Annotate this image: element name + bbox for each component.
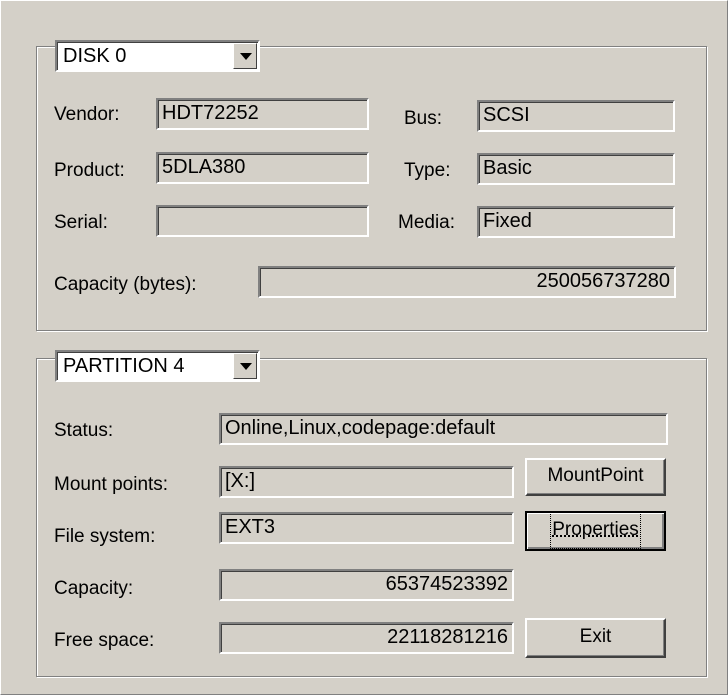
mount-points-field: [X:] [219, 466, 514, 498]
disk-capacity-field: 250056737280 [258, 266, 676, 298]
bus-field: SCSI [477, 100, 675, 132]
partition-selector[interactable]: PARTITION 4 [55, 350, 260, 382]
vendor-field: HDT72252 [156, 98, 369, 130]
partition-capacity-label: Capacity: [54, 578, 134, 599]
mountpoint-button-label: MountPoint [547, 465, 644, 486]
properties-button-label: Properties [550, 511, 641, 549]
status-field: Online,Linux,codepage:default [219, 413, 668, 445]
product-label: Product: [54, 160, 125, 181]
mountpoint-button[interactable]: MountPoint [525, 458, 666, 496]
exit-button-label: Exit [579, 626, 612, 647]
mount-points-label: Mount points: [54, 474, 169, 495]
chevron-down-icon[interactable] [233, 43, 257, 69]
vendor-label: Vendor: [54, 104, 120, 125]
free-space-field: 22118281216 [219, 622, 514, 654]
type-field: Basic [477, 153, 675, 185]
product-field: 5DLA380 [156, 152, 369, 184]
disk-selector[interactable]: DISK 0 [55, 40, 260, 72]
file-system-label: File system: [54, 526, 156, 547]
free-space-label: Free space: [54, 630, 155, 651]
partition-selector-value: PARTITION 4 [63, 355, 185, 377]
partition-capacity-field: 65374523392 [219, 569, 514, 601]
bus-label: Bus: [404, 108, 443, 129]
type-label: Type: [404, 160, 451, 181]
media-field: Fixed [477, 206, 675, 238]
status-label: Status: [54, 420, 114, 441]
file-system-field: EXT3 [219, 512, 514, 544]
media-label: Media: [398, 212, 456, 233]
disk-capacity-label: Capacity (bytes): [54, 274, 197, 295]
disk-selector-value: DISK 0 [63, 45, 127, 67]
properties-button[interactable]: Properties [525, 511, 666, 551]
serial-field [156, 205, 369, 237]
exit-button[interactable]: Exit [525, 618, 666, 658]
chevron-down-icon[interactable] [233, 353, 257, 379]
serial-label: Serial: [54, 212, 108, 233]
